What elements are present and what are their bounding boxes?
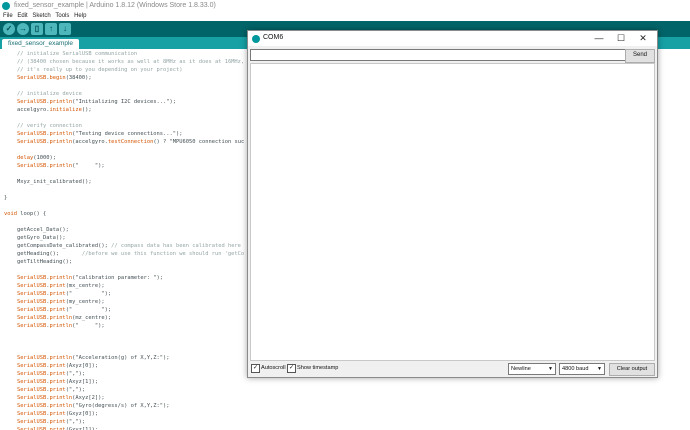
code-line: delay(1000); (16, 155, 56, 161)
chevron-down-icon: ▼ (597, 366, 602, 372)
code-line: SerialUSB.println(" "); (16, 163, 105, 169)
code-line: SerialUSB.println(mz_centre); (16, 315, 112, 321)
code-line: SerialUSB.print(Gxyz[1]); (16, 427, 99, 430)
code-line: SerialUSB.print(Axyz[1]); (16, 379, 99, 385)
code-line: // initialize SerialUSB communication (16, 51, 138, 57)
autoscroll-label: Autoscroll (261, 365, 286, 371)
new-button[interactable]: ▯ (31, 23, 43, 35)
code-line: accelgyro.initialize(); (4, 107, 92, 113)
code-line: getCompassDate_calibrated(); // compass … (4, 243, 241, 249)
code-line: // verify connection (16, 123, 82, 129)
show-timestamp-label: Show timestamp (297, 365, 339, 371)
arduino-logo-icon (252, 35, 260, 43)
upload-button[interactable]: → (17, 23, 29, 35)
code-line: SerialUSB.print(","); (16, 419, 86, 425)
code-line: SerialUSB.println("Acceleration(g) of X,… (16, 355, 170, 361)
save-button[interactable]: ↓ (59, 23, 71, 35)
code-line: SerialUSB.println("Initializing I2C devi… (16, 99, 177, 105)
code-line: Mxyz_init_calibrated(); (4, 179, 92, 185)
serial-monitor-titlebar: COM6 — ☐ ✕ (248, 31, 657, 46)
menu-file[interactable]: File (3, 12, 13, 21)
menu-sketch[interactable]: Sketch (32, 12, 50, 21)
close-icon[interactable]: ✕ (632, 32, 654, 45)
arduino-logo-icon (2, 2, 10, 10)
code-line: SerialUSB.print(","); (16, 387, 86, 393)
send-row: Send (250, 49, 655, 63)
code-line: SerialUSB.println("Testing device connec… (16, 131, 183, 137)
serial-output-area[interactable] (250, 63, 655, 361)
show-timestamp-checkbox[interactable]: ✓ (287, 364, 296, 373)
arrow-up-icon: ↑ (49, 24, 53, 33)
baud-rate-value: 4800 baud (562, 366, 589, 372)
maximize-icon[interactable]: ☐ (610, 32, 632, 45)
open-button[interactable]: ↑ (45, 23, 57, 35)
serial-input[interactable] (250, 49, 627, 61)
checkmark-icon: ✓ (252, 365, 259, 371)
code-line: SerialUSB.print(" "); (16, 307, 112, 313)
menu-tools[interactable]: Tools (55, 12, 69, 21)
menubar: File Edit Sketch Tools Help (0, 12, 690, 21)
code-line: // (38400 chosen because it works as wel… (16, 59, 248, 65)
code-line: getGyro_Data(); (4, 235, 66, 241)
code-line: SerialUSB.println(accelgyro.testConnecti… (16, 139, 245, 145)
checkmark-icon: ✓ (288, 365, 295, 371)
code-line: SerialUSB.println("Gyro(degress/s) of X,… (16, 403, 170, 409)
code-line: SerialUSB.print(","); (16, 371, 86, 377)
new-file-icon: ▯ (34, 24, 40, 33)
code-line: getHeading(); //before we use this funct… (4, 251, 245, 257)
serial-monitor-window: COM6 — ☐ ✕ Send ✓ Autoscroll ✓ Show time… (247, 30, 658, 378)
code-line: SerialUSB.print(my_centre); (16, 299, 105, 305)
code-line: SerialUSB.println("calibration parameter… (16, 275, 164, 281)
clear-output-button[interactable]: Clear output (609, 363, 655, 376)
code-line: getAccel_Data(); (4, 227, 69, 233)
code-line: SerialUSB.println(Axyz[2]); (16, 395, 105, 401)
arrow-right-icon: → (19, 24, 27, 33)
code-line: SerialUSB.print(" "); (16, 291, 112, 297)
verify-button[interactable]: ✓ (3, 23, 15, 35)
baud-rate-select[interactable]: 4800 baud ▼ (559, 363, 605, 375)
code-line: getTiltHeading(); (4, 259, 73, 265)
menu-edit[interactable]: Edit (17, 12, 27, 21)
code-line: void loop() { (4, 211, 47, 217)
code-line: // it's really up to you depending on yo… (16, 67, 183, 73)
code-line: } (4, 195, 8, 201)
main-titlebar: fixed_sensor_example | Arduino 1.8.12 (W… (0, 0, 690, 12)
send-button[interactable]: Send (625, 49, 655, 63)
code-line: SerialUSB.print(Gxyz[0]); (16, 411, 99, 417)
code-line: SerialUSB.begin(38400); (16, 75, 92, 81)
line-ending-value: Newline (511, 366, 531, 372)
code-line: SerialUSB.println(" "); (16, 323, 105, 329)
check-icon: ✓ (5, 24, 13, 33)
minimize-icon[interactable]: — (588, 32, 610, 45)
code-editor[interactable]: // initialize SerialUSB communication //… (0, 49, 248, 430)
line-ending-select[interactable]: Newline ▼ (508, 363, 556, 375)
arrow-down-icon: ↓ (63, 24, 67, 33)
code-line: // initialize device (16, 91, 82, 97)
tab-fixed-sensor-example[interactable]: fixed_sensor_example (2, 39, 80, 49)
chevron-down-icon: ▼ (548, 366, 553, 372)
main-window-title: fixed_sensor_example | Arduino 1.8.12 (W… (14, 2, 216, 9)
autoscroll-checkbox[interactable]: ✓ (251, 364, 260, 373)
code-line: SerialUSB.print(mx_centre); (16, 283, 105, 289)
serial-monitor-title: COM6 (263, 34, 284, 41)
serial-bottom-bar: ✓ Autoscroll ✓ Show timestamp Newline ▼ … (248, 362, 657, 376)
menu-help[interactable]: Help (74, 12, 86, 21)
code-line: SerialUSB.print(Axyz[0]); (16, 363, 99, 369)
